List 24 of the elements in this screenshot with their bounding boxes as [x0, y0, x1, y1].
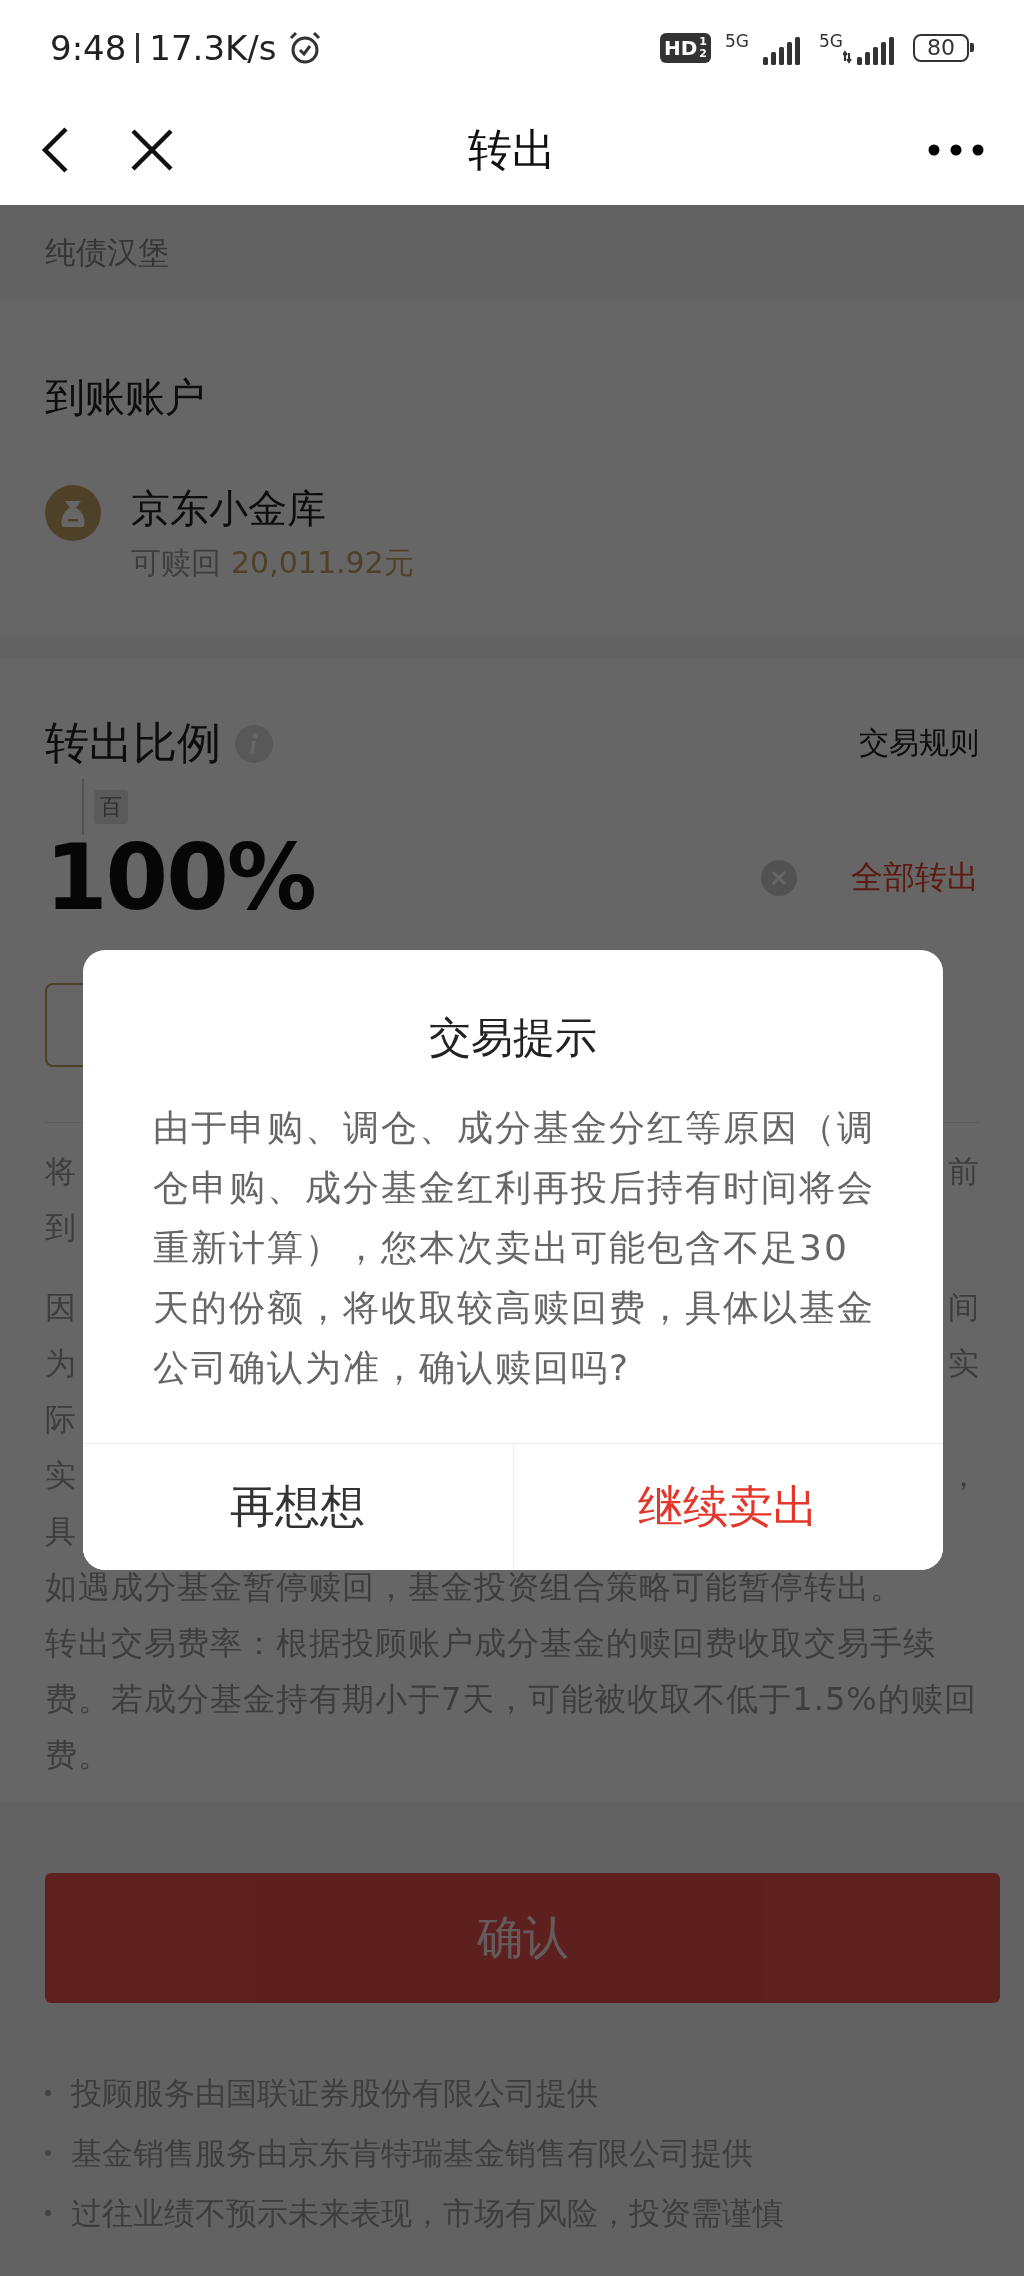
bullet-dot [45, 2210, 51, 2216]
dialog-title: 交易提示 [429, 1012, 597, 1064]
ratio-value: 100% [45, 835, 316, 921]
close-button[interactable] [130, 128, 174, 172]
transfer-all-button[interactable]: 全部转出 [851, 856, 979, 900]
redeemable-amount: 20,011.92元 [231, 544, 414, 582]
bullet-dot [45, 2150, 51, 2156]
money-bag-icon [45, 485, 101, 541]
network-type-label: 5G [725, 30, 749, 51]
more-button[interactable] [928, 143, 984, 157]
section-heading: 转出比例 [45, 716, 221, 770]
dialog-message: 由于申购、调仓、成分基金分红等原因（调仓申购、成分基金红利再投后持有时间将会重新计算），您本次卖出可能包含不足30天的份额，将收取较高赎回费，具体以基金公司确认为准，确认赎回吗? [152, 1106, 876, 1390]
clock-time: 9:48 [50, 27, 127, 68]
note-text: ， [948, 1456, 979, 1495]
back-button[interactable] [40, 125, 70, 175]
bullet-dot [45, 2090, 51, 2096]
network-type-label: 5G [819, 30, 843, 51]
network-speed: 17.3K/s [149, 27, 277, 68]
account-name: 京东小金库 [131, 485, 327, 533]
trade-rules-link[interactable]: 交易规则 [859, 723, 979, 764]
page-title: 转出 [468, 122, 556, 177]
section-heading: 到账账户 [45, 373, 206, 422]
battery-level: 80 [913, 33, 974, 62]
continue-sell-button[interactable]: 继续卖出 [512, 1444, 943, 1570]
